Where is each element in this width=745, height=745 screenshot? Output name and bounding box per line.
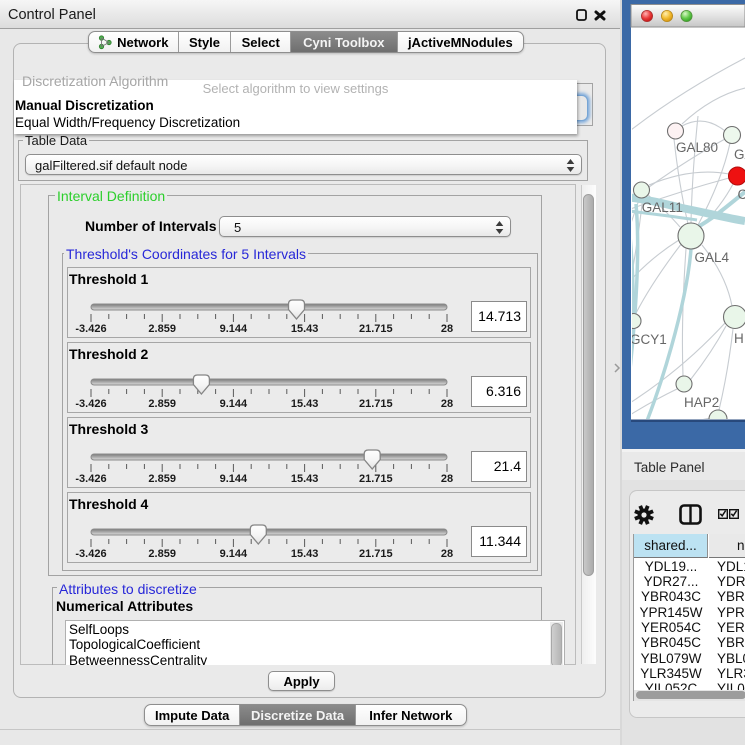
svg-text:15.43: 15.43 [291, 473, 319, 485]
svg-text:15.43: 15.43 [291, 548, 319, 560]
svg-text:GAL4: GAL4 [695, 250, 730, 265]
svg-text:H: H [734, 331, 744, 346]
svg-text:21.715: 21.715 [359, 473, 393, 485]
svg-text:-3.426: -3.426 [75, 323, 106, 335]
svg-text:2.859: 2.859 [148, 323, 176, 335]
svg-text:2.859: 2.859 [148, 473, 176, 485]
svg-text:-3.426: -3.426 [75, 548, 106, 560]
svg-text:15.43: 15.43 [291, 398, 319, 410]
svg-text:-3.426: -3.426 [75, 398, 106, 410]
svg-text:GA: GA [734, 147, 745, 162]
svg-text:9.144: 9.144 [220, 323, 248, 335]
svg-text:9.144: 9.144 [220, 548, 248, 560]
svg-text:GAL11: GAL11 [642, 200, 683, 215]
svg-text:21.715: 21.715 [359, 548, 393, 560]
svg-text:21.715: 21.715 [359, 323, 393, 335]
svg-text:9.144: 9.144 [220, 473, 248, 485]
svg-text:C: C [738, 187, 745, 202]
svg-text:2.859: 2.859 [148, 398, 176, 410]
svg-text:-3.426: -3.426 [75, 473, 106, 485]
svg-text:9.144: 9.144 [220, 398, 248, 410]
svg-text:28: 28 [441, 473, 453, 485]
svg-text:28: 28 [441, 548, 453, 560]
svg-text:GAL80: GAL80 [676, 140, 718, 155]
svg-text:28: 28 [441, 398, 453, 410]
svg-text:2.859: 2.859 [148, 548, 176, 560]
svg-text:28: 28 [441, 323, 453, 335]
svg-text:15.43: 15.43 [291, 323, 319, 335]
svg-text:GCY1: GCY1 [630, 332, 667, 347]
svg-text:HAP2: HAP2 [684, 395, 719, 410]
svg-text:21.715: 21.715 [359, 398, 393, 410]
